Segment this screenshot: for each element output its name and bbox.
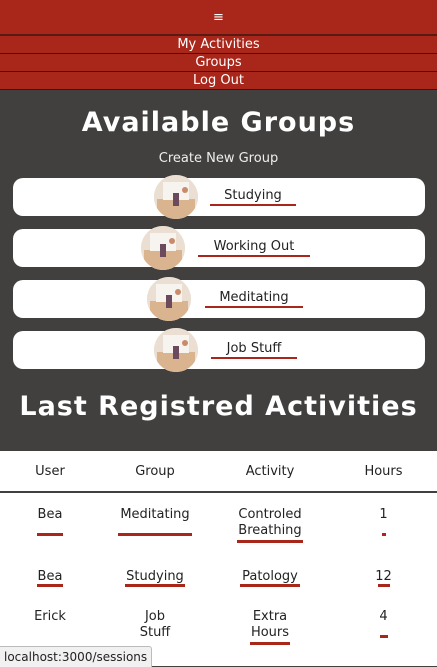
table-header: User Group Activity Hours	[0, 451, 437, 493]
cell-group[interactable]: Studying	[100, 569, 210, 605]
column-header-hours: Hours	[364, 463, 403, 479]
top-nav-bar: ≡	[0, 0, 437, 36]
group-avatar	[141, 226, 185, 270]
group-name[interactable]: Meditating	[205, 290, 303, 308]
group-card-job-stuff[interactable]: Job Stuff	[13, 328, 425, 372]
nav-link-groups[interactable]: Groups	[0, 54, 437, 72]
group-name[interactable]: Studying	[210, 188, 296, 206]
group-card-working-out[interactable]: Working Out	[13, 226, 425, 270]
cell-activity: Patology	[210, 569, 330, 605]
cell-activity: Controled Breathing	[210, 507, 330, 559]
cell-group[interactable]: Meditating	[100, 507, 210, 559]
browser-status-url: localhost:3000/sessions	[0, 646, 153, 667]
hamburger-icon[interactable]: ≡	[213, 11, 224, 24]
create-new-group-link[interactable]: Create New Group	[0, 151, 437, 166]
table-row: Bea Meditating Controled Breathing 1	[0, 507, 437, 559]
table-row: Bea Studying Patology 12	[0, 569, 437, 605]
cell-hours: 4	[330, 609, 437, 659]
column-header-user: User	[35, 463, 65, 479]
column-header-group: Group	[135, 463, 175, 479]
group-card-studying[interactable]: Studying	[13, 175, 425, 219]
activities-table: User Group Activity Hours Bea Meditating…	[0, 451, 437, 666]
available-groups-title: Available Groups	[81, 107, 356, 138]
cell-hours: 1	[330, 507, 437, 559]
nav-link-my-activities[interactable]: My Activities	[0, 36, 437, 54]
nav-link-log-out[interactable]: Log Out	[0, 72, 437, 90]
group-list: Studying Working Out Meditating Job Stuf…	[0, 175, 437, 372]
cell-activity: Extra Hours	[210, 609, 330, 659]
column-header-activity: Activity	[245, 463, 295, 479]
cell-user: Bea	[0, 507, 100, 559]
cell-user: Bea	[0, 569, 100, 605]
group-card-meditating[interactable]: Meditating	[13, 277, 425, 321]
cell-hours: 12	[330, 569, 437, 605]
group-name[interactable]: Job Stuff	[211, 341, 297, 359]
last-activities-title: Last Registred Activities	[19, 391, 418, 422]
group-avatar	[154, 175, 198, 219]
group-avatar	[147, 277, 191, 321]
group-avatar	[154, 328, 198, 372]
group-name[interactable]: Working Out	[198, 239, 310, 257]
